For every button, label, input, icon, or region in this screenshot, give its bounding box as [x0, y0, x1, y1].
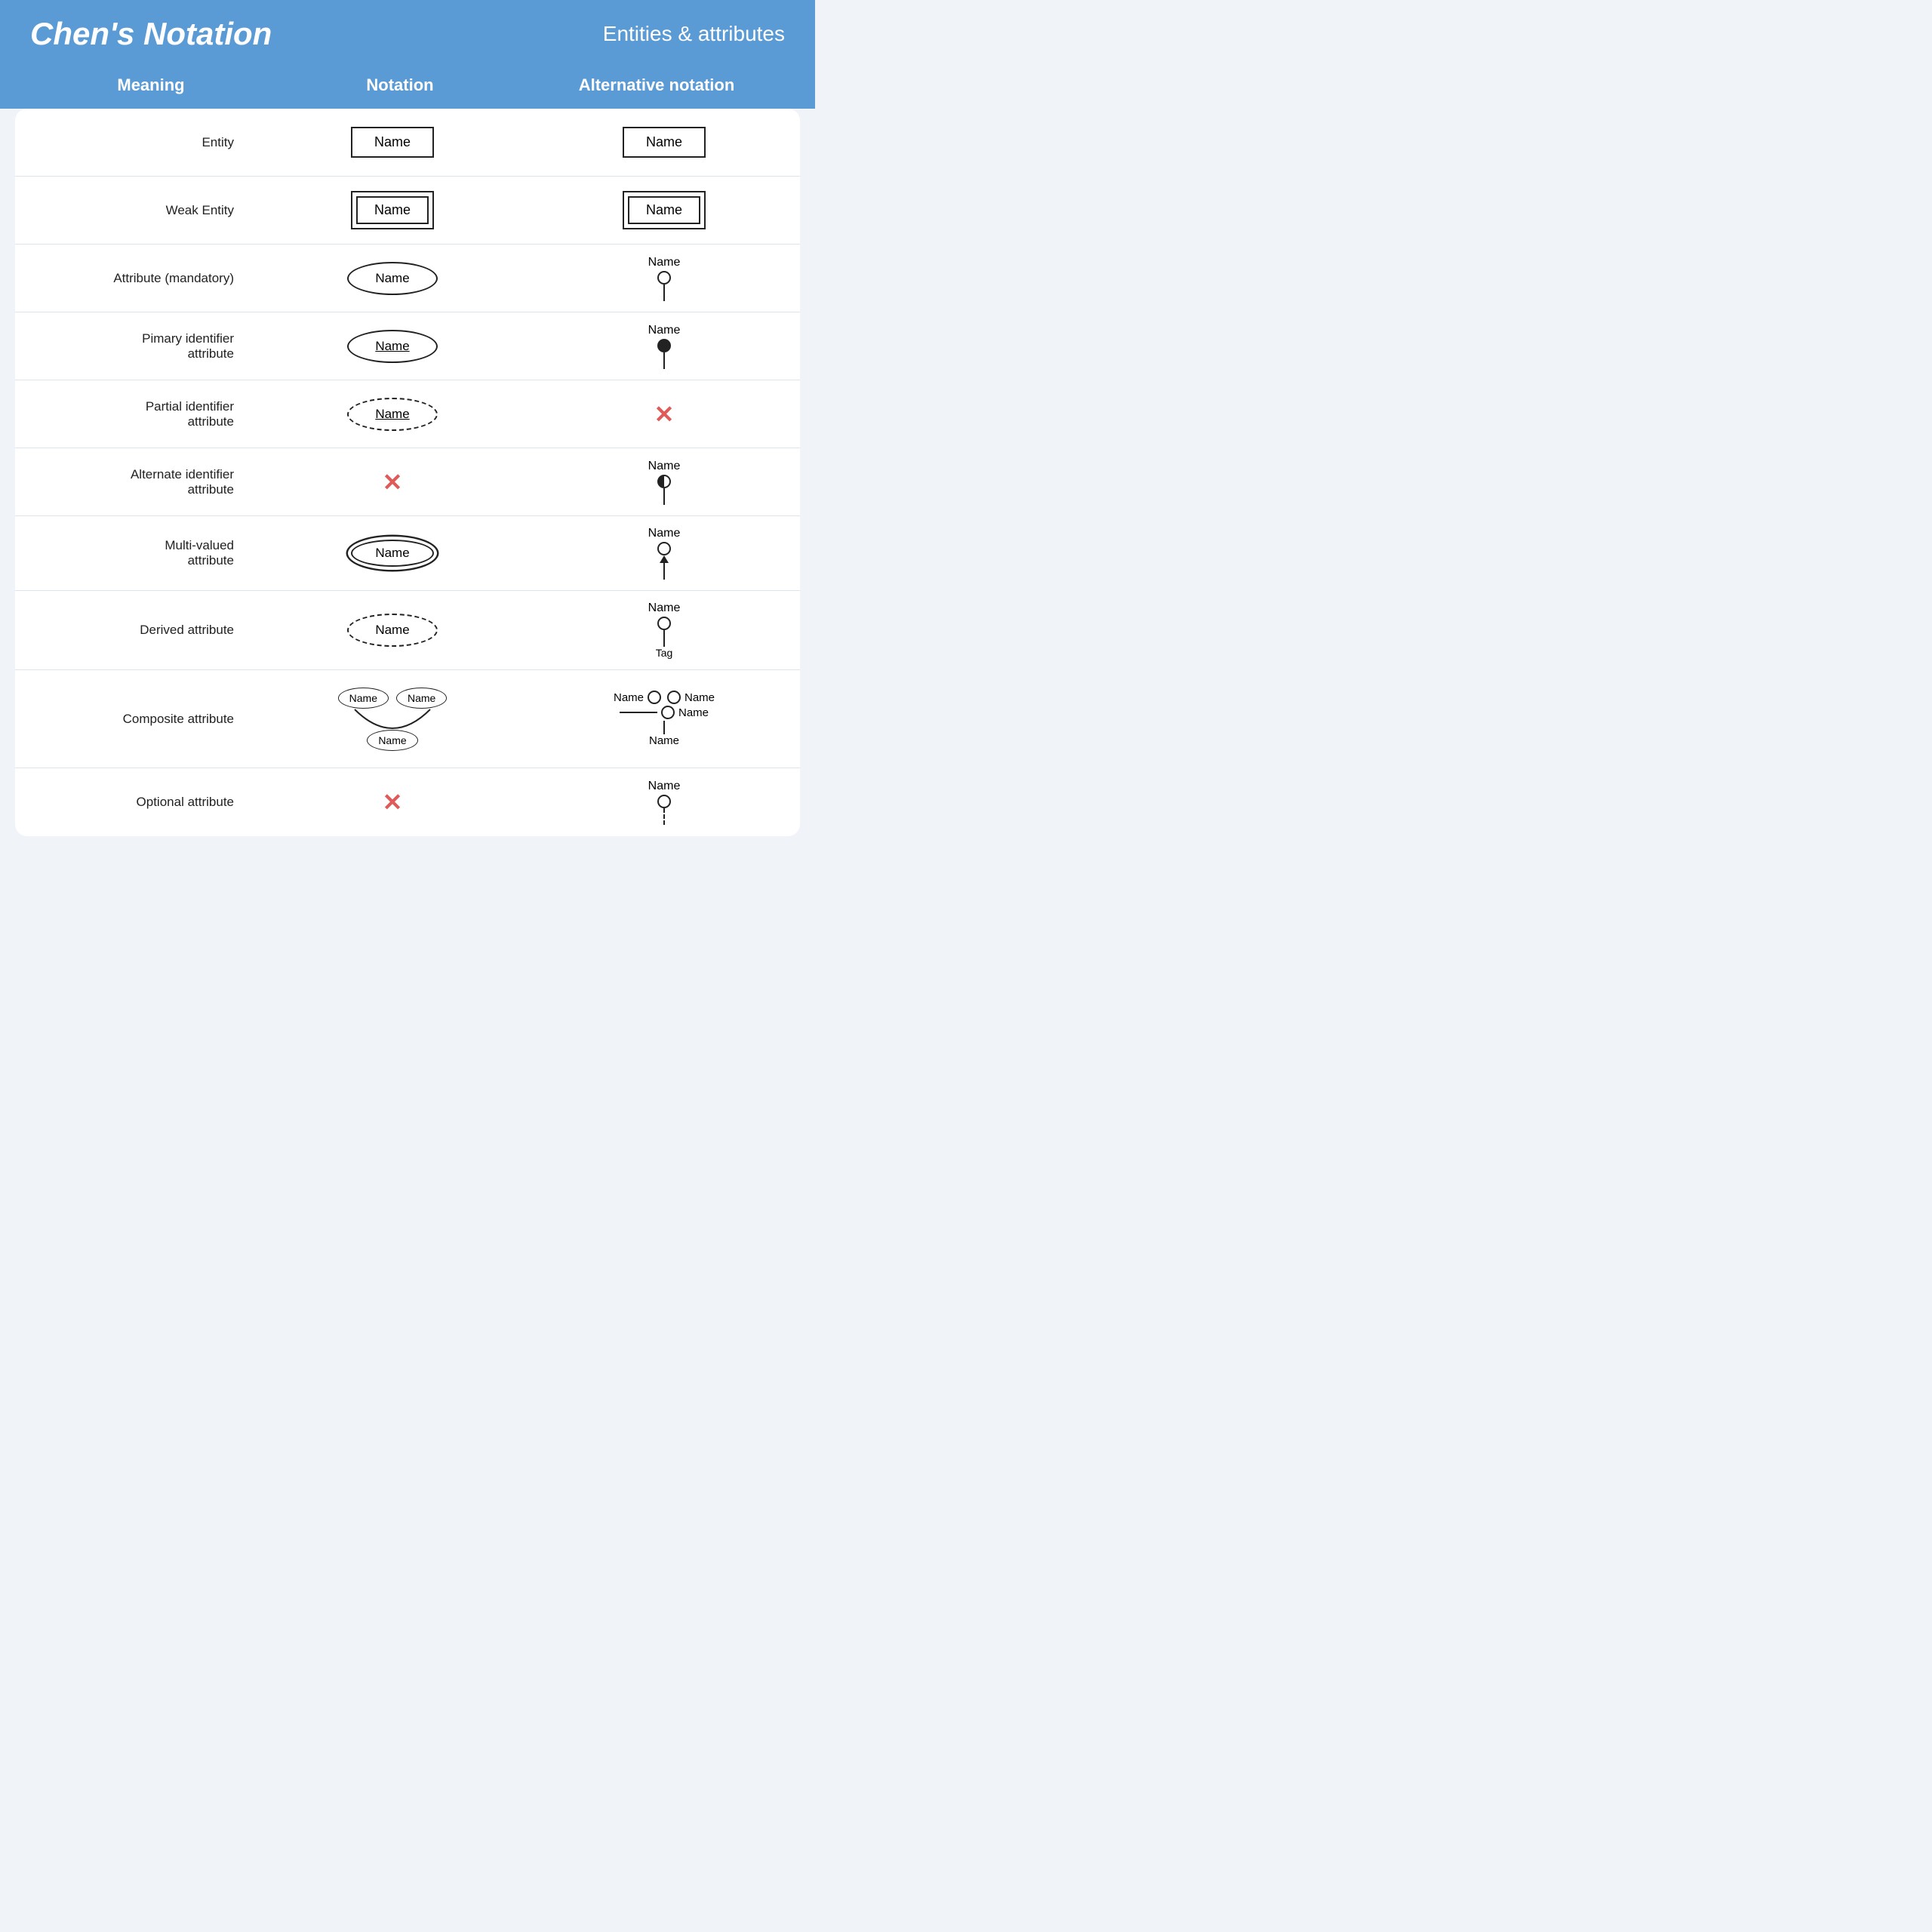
open-circle-icon — [661, 706, 675, 719]
weak-entity-inner-box: Name — [356, 196, 429, 224]
alt-arrow-circle: Name — [648, 527, 681, 580]
table-row: Weak Entity Name Name — [15, 177, 800, 245]
composite-tree: Name Name Name Name — [614, 691, 715, 747]
notation-partial-id: Name — [257, 387, 528, 441]
alt-tag-circle: Name Tag — [648, 601, 681, 659]
page-subtitle: Entities & attributes — [603, 22, 785, 46]
col-header-meaning: Meaning — [30, 75, 272, 95]
col-header-notation: Notation — [272, 75, 528, 95]
notation-weak-entity: Name — [257, 180, 528, 240]
alt-weak-entity-outer-box: Name — [623, 191, 706, 229]
vert-line-icon — [663, 352, 665, 369]
weak-entity-outer-box: Name — [351, 191, 434, 229]
alt-composite: Name Name Name Name — [528, 680, 800, 758]
alt-multivalued: Name — [528, 516, 800, 590]
open-circle-icon — [657, 271, 671, 285]
alt-partial-id: ✕ — [528, 389, 800, 439]
alt-primary-id: Name — [528, 313, 800, 380]
table-row: Alternate identifierattribute ✕ Name — [15, 448, 800, 516]
notation-optional: ✕ — [257, 777, 528, 827]
table-row: Optional attribute ✕ Name — [15, 768, 800, 836]
vert-line-icon — [663, 630, 665, 647]
attribute-ellipse: Name — [347, 262, 438, 295]
alt-entity-box: Name — [623, 127, 706, 158]
vert-line-icon — [663, 721, 665, 734]
page-header: Chen's Notation Entities & attributes — [0, 0, 815, 68]
composite-bottom-ellipse: Name — [367, 730, 417, 751]
notation-derived: Name — [257, 603, 528, 657]
notation-multivalued: Name — [257, 529, 528, 577]
alt-alt-id: Name — [528, 449, 800, 515]
vert-line-icon — [663, 285, 665, 301]
vert-line-icon — [663, 488, 665, 505]
meaning-optional: Optional attribute — [15, 784, 257, 820]
derived-ellipse: Name — [347, 614, 438, 647]
notation-alt-id: ✕ — [257, 457, 528, 507]
table-row: Partial identifierattribute Name ✕ — [15, 380, 800, 448]
horiz-line-icon — [620, 712, 657, 713]
notation-attribute-mandatory: Name — [257, 251, 528, 306]
partial-id-ellipse: Name — [347, 398, 438, 431]
meaning-alt-id: Alternate identifierattribute — [15, 457, 257, 508]
col-header-alternative: Alternative notation — [528, 75, 785, 95]
dashed-vert-line-icon — [663, 808, 665, 825]
notation-primary-id: Name — [257, 319, 528, 374]
meaning-partial-id: Partial identifierattribute — [15, 389, 257, 440]
primary-id-ellipse: Name — [347, 330, 438, 363]
x-mark-icon: ✕ — [383, 788, 403, 817]
composite-tree-mid-row: Name — [620, 706, 709, 719]
double-ellipse: Name — [351, 540, 434, 567]
open-circle-icon — [657, 795, 671, 808]
meaning-multivalued: Multi-valuedattribute — [15, 528, 257, 579]
meaning-primary-id: Pimary identifierattribute — [15, 321, 257, 372]
open-circle-icon — [648, 691, 661, 704]
meaning-entity: Entity — [15, 125, 257, 161]
open-circle-icon — [657, 617, 671, 630]
alt-weak-entity-inner-box: Name — [628, 196, 700, 224]
table-row: Entity Name Name — [15, 109, 800, 177]
alt-optional: Name — [528, 769, 800, 835]
notation-entity: Name — [257, 116, 528, 168]
alt-dashed-line-circle: Name — [648, 780, 681, 825]
table-row: Composite attribute Name Name Name — [15, 670, 800, 768]
table-row: Attribute (mandatory) Name Name — [15, 245, 800, 312]
composite-ellipses: Name Name Name — [332, 688, 453, 751]
alt-half-circle: Name — [648, 460, 681, 505]
composite-ellipse-3: Name — [367, 730, 417, 751]
half-circle-icon — [657, 475, 671, 488]
filled-circle-icon — [657, 339, 671, 352]
entity-box: Name — [351, 127, 434, 158]
column-headers: Meaning Notation Alternative notation — [0, 68, 815, 109]
alt-attribute-mandatory: Name — [528, 245, 800, 312]
alt-entity: Name — [528, 116, 800, 168]
x-mark-icon: ✕ — [383, 468, 403, 497]
alt-weak-entity: Name — [528, 180, 800, 240]
meaning-composite: Composite attribute — [15, 701, 257, 737]
table-row: Pimary identifierattribute Name Name — [15, 312, 800, 380]
page-title: Chen's Notation — [30, 16, 272, 52]
arrow-up-icon — [660, 555, 669, 580]
open-circle-icon — [657, 542, 671, 555]
meaning-weak-entity: Weak Entity — [15, 192, 257, 229]
vert-line-icon — [663, 563, 665, 580]
meaning-derived: Derived attribute — [15, 612, 257, 648]
open-circle-icon — [667, 691, 681, 704]
x-mark-icon: ✕ — [654, 400, 675, 429]
alt-filled-circle: Name — [648, 324, 681, 369]
composite-tree-top-row: Name Name — [614, 691, 715, 704]
alt-derived: Name Tag — [528, 591, 800, 669]
notation-composite: Name Name Name — [257, 677, 528, 761]
alt-open-circle: Name — [648, 256, 681, 301]
main-table: Entity Name Name Weak Entity Name — [15, 109, 800, 836]
arrow-head-icon — [660, 555, 669, 563]
table-row: Multi-valuedattribute Name Name — [15, 516, 800, 591]
table-row: Derived attribute Name Name Tag — [15, 591, 800, 670]
meaning-attribute-mandatory: Attribute (mandatory) — [15, 260, 257, 297]
